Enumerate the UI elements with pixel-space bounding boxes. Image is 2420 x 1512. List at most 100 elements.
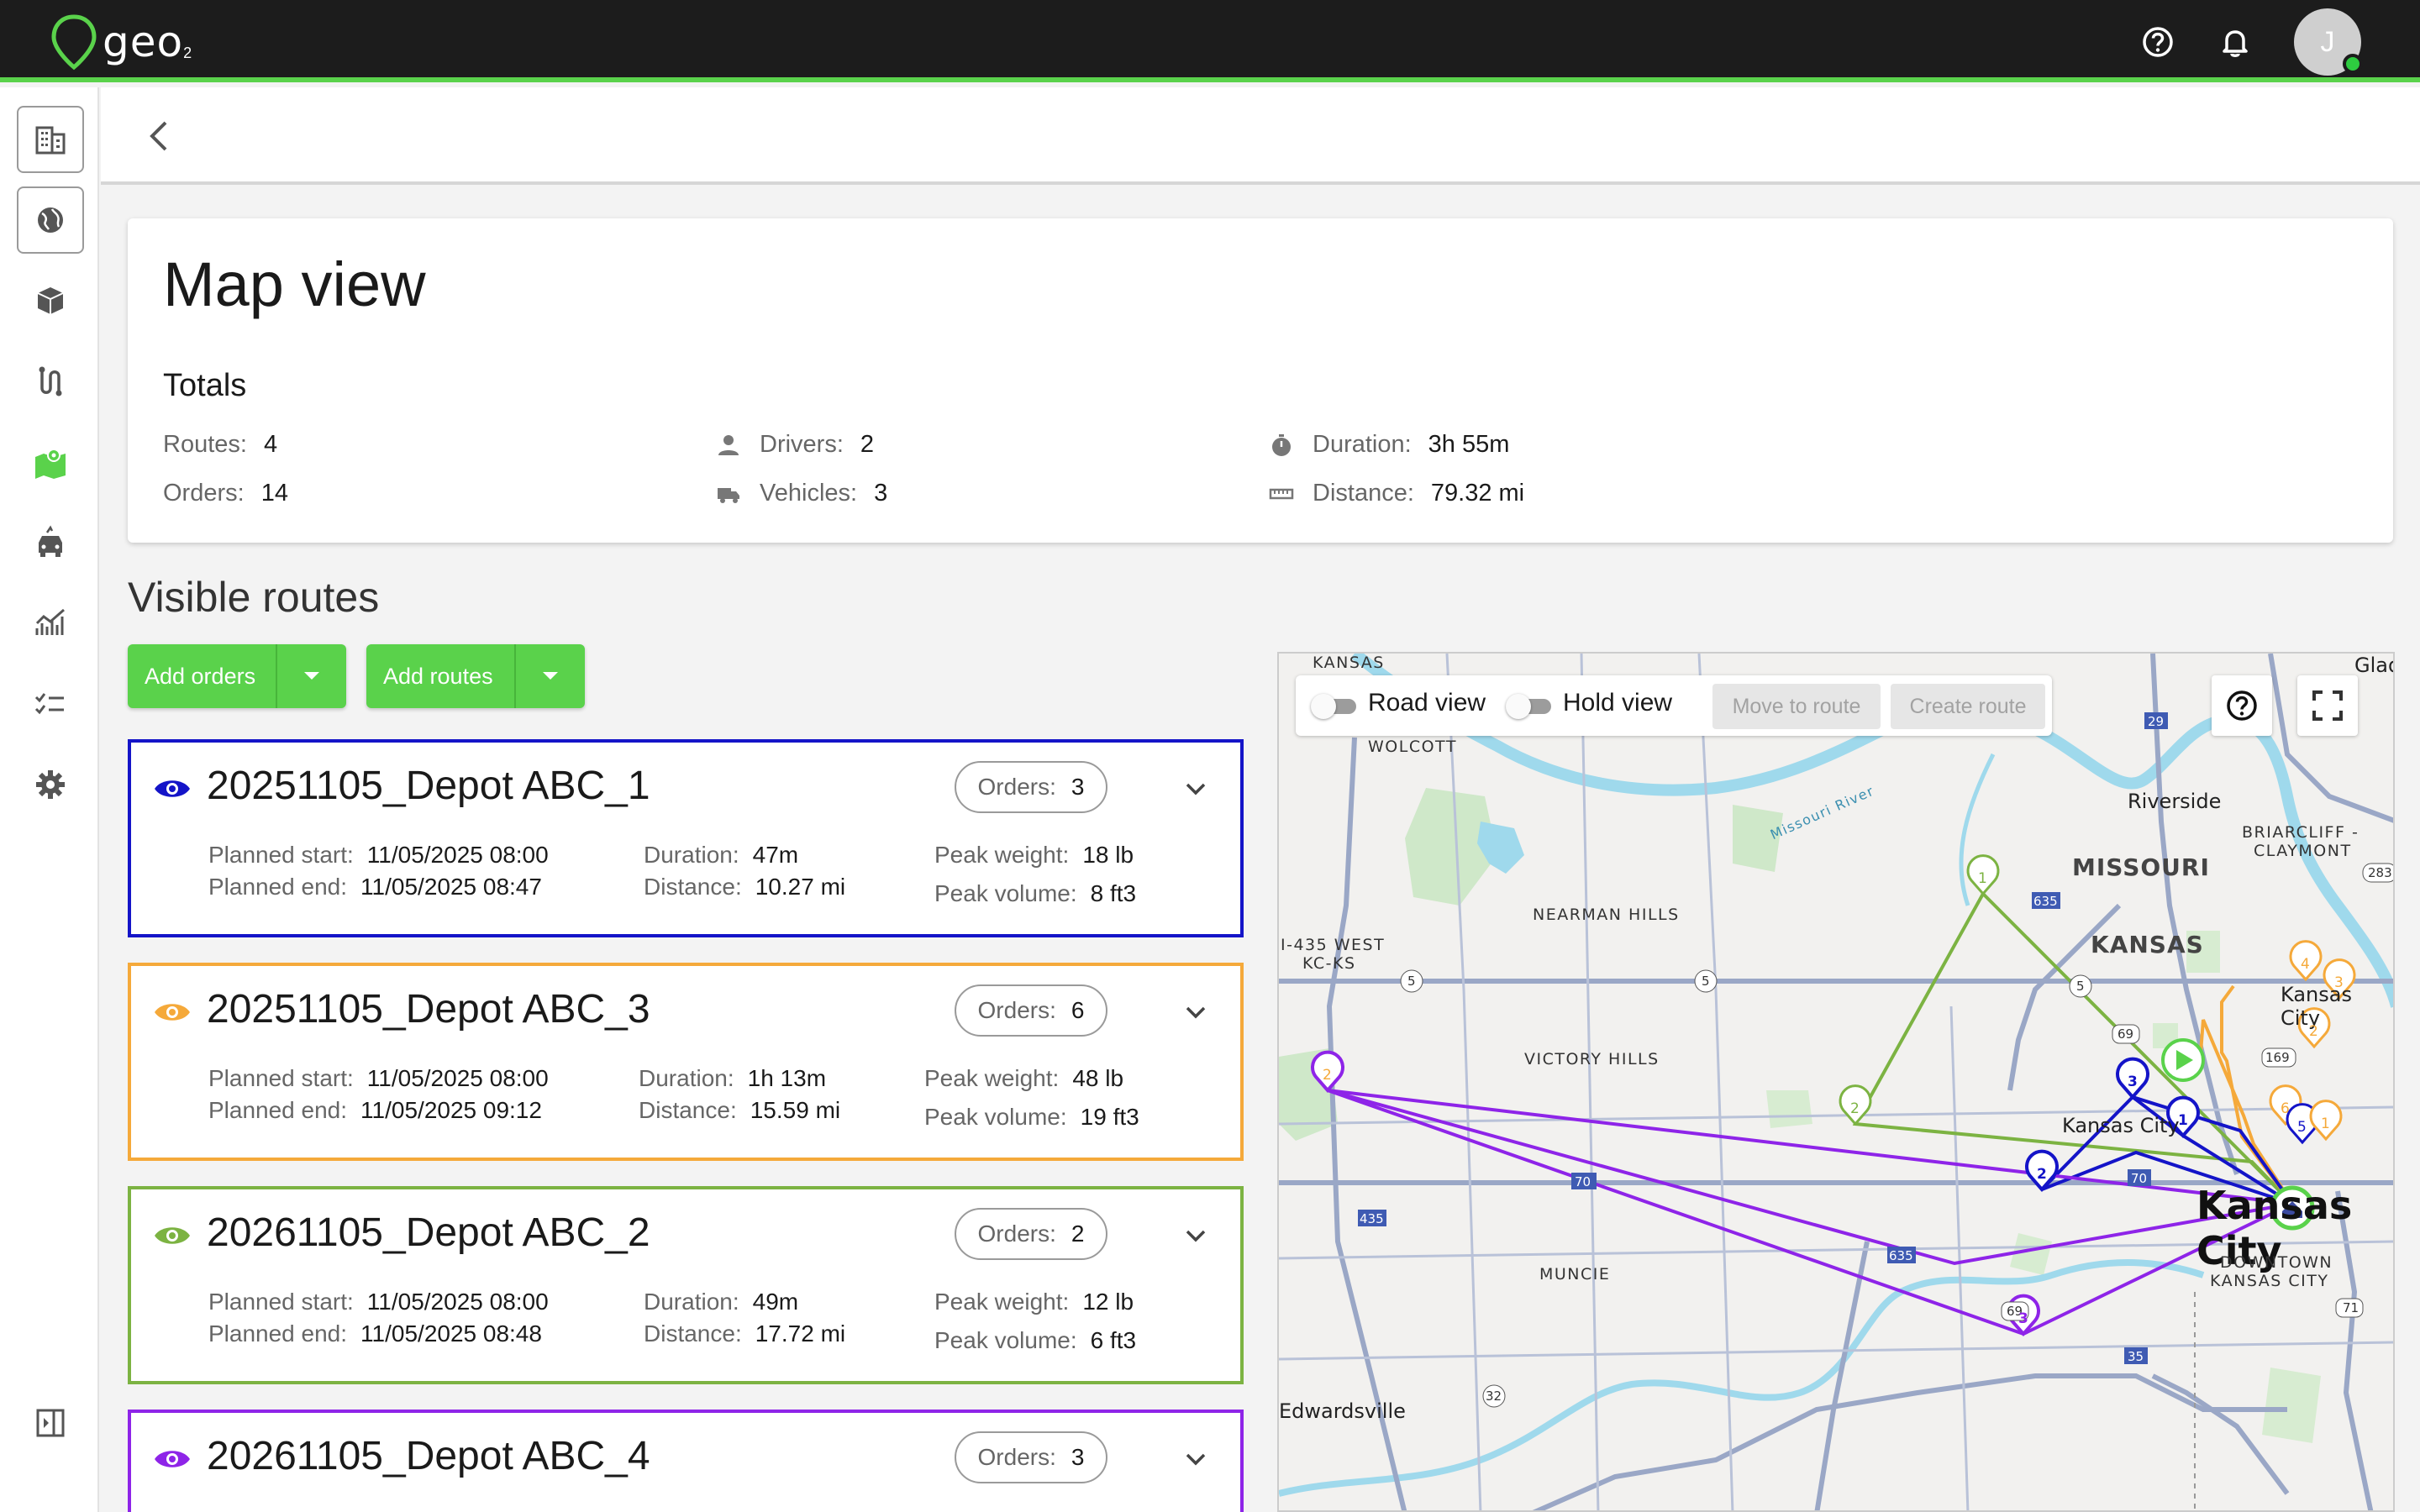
sidebar-item-buildings[interactable] [17, 106, 84, 173]
eye-icon[interactable] [153, 1223, 192, 1248]
sidebar-item-routes[interactable] [17, 348, 84, 415]
route-icon [39, 366, 62, 396]
create-route-button[interactable]: Create route [1891, 684, 2045, 729]
total-drivers: Drivers: 2 [716, 431, 874, 459]
highway-shield: 5 [2076, 979, 2085, 994]
distance: Distance: 10.27 mi [644, 874, 846, 900]
planned-start: Planned start: 11/05/2025 08:00 [208, 842, 549, 868]
map-label: WOLCOTT [1368, 738, 1457, 756]
chevron-left-icon [150, 121, 167, 151]
route-stop-marker[interactable]: 1 [1978, 870, 1987, 887]
peak-weight: Peak weight: 12 lb [934, 1289, 1134, 1315]
total-routes: Routes: 4 [163, 431, 278, 458]
map-label: KC-KS [1302, 954, 1356, 973]
route-stop-marker[interactable]: 1 [2321, 1116, 2330, 1132]
chevron-down-icon[interactable] [1183, 1000, 1208, 1025]
route-stop-marker[interactable]: 2 [1850, 1100, 1860, 1117]
sidebar-item-vehicles[interactable] [17, 509, 84, 576]
chevron-down-icon[interactable] [1183, 1223, 1208, 1248]
highway-shield: 32 [1486, 1389, 1502, 1404]
peak-volume: Peak volume: 19 ft3 [924, 1104, 1139, 1130]
route-stop-marker[interactable]: 1 [2178, 1112, 2188, 1129]
avatar[interactable]: J [2294, 8, 2363, 76]
highway-shield: 5 [1702, 974, 1710, 989]
total-duration: Duration: 3h 55m [1269, 431, 1509, 459]
add-orders-dropdown[interactable] [277, 644, 346, 708]
road-view-toggle[interactable] [1311, 694, 1360, 719]
route-card-4[interactable]: 20261105_Depot ABC_4 Orders: 3 [128, 1410, 1244, 1512]
person-icon [718, 434, 739, 455]
back-button[interactable] [139, 118, 176, 155]
map-label: NEARMAN HILLS [1533, 906, 1680, 924]
route-card-1[interactable]: 20251105_Depot ABC_1 Orders: 3 Planned st… [128, 739, 1244, 937]
route-stop-marker[interactable]: 2 [1323, 1067, 1332, 1084]
highway-shield: 69 [2118, 1026, 2134, 1042]
ruler-icon [1269, 488, 1294, 499]
sidebar-item-settings[interactable] [17, 751, 84, 818]
route-stop-marker[interactable]: 2 [2309, 1023, 2318, 1040]
map-canvas[interactable]: KANSAS Glad WOLCOTT Riverside BRIARCLIFF… [1277, 652, 2395, 1512]
map-label: I-435 WEST [1281, 936, 1386, 954]
orders-count-pill: Orders: 3 [955, 761, 1107, 813]
logo-sub: 2 [183, 44, 192, 61]
map-icon [35, 449, 66, 479]
truck-icon [718, 487, 739, 503]
totals-heading: Totals [163, 368, 247, 403]
orders-count-pill: Orders: 6 [955, 984, 1107, 1037]
app-logo[interactable]: geo 2 [49, 12, 192, 72]
sidebar-item-analytics[interactable] [17, 590, 84, 657]
chevron-down-icon[interactable] [1183, 1446, 1208, 1472]
sidebar-toggle-icon [36, 1409, 65, 1437]
route-stop-marker[interactable]: 6 [2281, 1100, 2290, 1117]
map-label: VICTORY HILLS [1524, 1050, 1660, 1068]
route-stop-marker[interactable]: 2 [2037, 1166, 2047, 1183]
sidebar-item-packages[interactable] [17, 267, 84, 334]
distance: Distance: 17.72 mi [644, 1320, 846, 1347]
route-stop-marker[interactable]: 3 [2128, 1074, 2138, 1090]
route-stop-marker[interactable]: 5 [2297, 1119, 2307, 1136]
add-orders-button[interactable]: Add orders [128, 644, 277, 708]
gear-icon [36, 770, 65, 799]
route-stop-marker[interactable]: 4 [2301, 956, 2310, 973]
sub-header [101, 87, 2420, 185]
eye-icon[interactable] [153, 1000, 192, 1025]
route-stop-marker[interactable]: 3 [2018, 1310, 2028, 1327]
sidebar-item-tasks[interactable] [17, 670, 84, 738]
help-icon[interactable] [2139, 24, 2176, 60]
highway-shield: 5 [1407, 974, 1416, 989]
orders-count-pill: Orders: 3 [955, 1431, 1107, 1483]
hold-view-toggle[interactable] [1506, 694, 1555, 719]
map-help-button[interactable] [2212, 675, 2272, 736]
add-routes-button[interactable]: Add routes [366, 644, 516, 708]
duration: Duration: 47m [644, 842, 799, 868]
sidebar-item-globe[interactable] [17, 186, 84, 254]
sidebar-item-map[interactable] [17, 428, 84, 496]
add-routes-split-button: Add routes [366, 644, 585, 708]
map-label: KANSAS CITY [2210, 1272, 2329, 1290]
building-icon [35, 126, 66, 155]
peak-volume: Peak volume: 8 ft3 [934, 880, 1137, 906]
eye-icon[interactable] [153, 776, 192, 801]
planned-end: Planned end: 11/05/2025 08:48 [208, 1320, 542, 1347]
add-routes-dropdown[interactable] [516, 644, 585, 708]
peak-weight: Peak weight: 48 lb [924, 1065, 1124, 1091]
map-label: Riverside [2128, 790, 2222, 813]
highway-shield: 71 [2343, 1300, 2360, 1315]
fullscreen-icon [2312, 690, 2343, 721]
highway-shield: 435 [1360, 1211, 1384, 1226]
avatar-initial: J [2320, 25, 2335, 58]
chevron-down-icon[interactable] [1183, 776, 1208, 801]
bell-icon[interactable] [2217, 24, 2254, 60]
eye-icon[interactable] [153, 1446, 192, 1472]
route-stop-marker[interactable]: 3 [2334, 974, 2344, 991]
highway-shield: 635 [2033, 894, 2058, 909]
add-orders-split-button: Add orders [128, 644, 346, 708]
route-card-3[interactable]: 20261105_Depot ABC_2 Orders: 2 Planned st… [128, 1186, 1244, 1384]
route-card-2[interactable]: 20251105_Depot ABC_3 Orders: 6 Planned st… [128, 963, 1244, 1161]
sidebar-collapse-button[interactable] [17, 1389, 84, 1457]
move-to-route-button[interactable]: Move to route [1712, 684, 1881, 729]
highway-shield: 70 [2131, 1171, 2148, 1186]
map-label: Edwardsville [1279, 1399, 1406, 1423]
fullscreen-button[interactable] [2297, 675, 2358, 736]
top-bar: geo 2 J [0, 0, 2420, 82]
